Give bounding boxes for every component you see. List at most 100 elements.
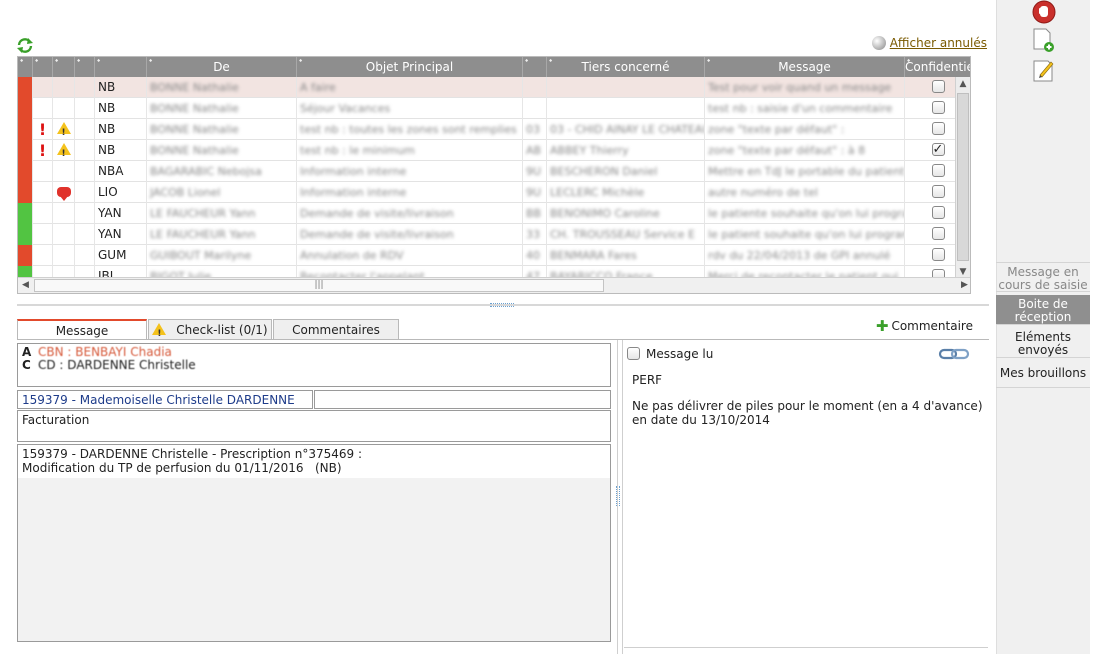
table-row[interactable]: YAN LE FAUCHEUR Yann Demande de visite/liv…: [18, 203, 970, 224]
new-message-icon[interactable]: [1031, 28, 1057, 54]
edit-message-icon[interactable]: [1031, 58, 1057, 84]
tiers-cell: BESCHERON Daniel: [547, 161, 705, 182]
table-row[interactable]: ! NBBONNE Nathalie test nb : le minimum AB A…: [18, 140, 970, 161]
priority-cell: [33, 182, 53, 203]
column-header-message[interactable]: Message: [705, 57, 905, 77]
objet-text: Information interne: [300, 186, 407, 199]
message-text: le patiente souhaite qu'on lui programme: [708, 207, 904, 220]
message-read-toggle[interactable]: Message lu: [627, 346, 713, 361]
objet-cell: A faire: [297, 77, 523, 98]
refresh-icon[interactable]: [16, 37, 34, 53]
attachment-cell: [75, 119, 95, 140]
scroll-thumb[interactable]: [957, 93, 969, 261]
message-body-text: 159379 - DARDENNE Christelle - Prescript…: [18, 445, 610, 478]
code-text: 03: [526, 123, 540, 136]
table-row[interactable]: NB BONNE Nathalie A faire Test pour voir qu…: [18, 77, 970, 98]
message-cell: rdv du 22/04/2013 de GPI annulé: [705, 245, 905, 266]
subject-field[interactable]: Facturation: [17, 410, 611, 442]
objet-cell: Demande de visite/livraison: [297, 224, 523, 245]
tiers-cell: CH. TROUSSEAU Service E: [547, 224, 705, 245]
confidential-checkbox[interactable]: [931, 122, 945, 135]
tiers-cell: LECLERC Michèle: [547, 182, 705, 203]
confidential-checkbox[interactable]: [931, 164, 945, 177]
table-row[interactable]: NB BONNE Nathalie Séjour Vacances test nb :…: [18, 98, 970, 119]
message-cell: le patient souhaite qu'on lui programme: [705, 224, 905, 245]
status-indicator: [18, 140, 33, 161]
tab-message[interactable]: Message: [17, 319, 147, 340]
table-row[interactable]: YAN LE FAUCHEUR Yann Demande de visite/liv…: [18, 224, 970, 245]
patient-extra-field[interactable]: [314, 390, 611, 409]
tiers-text: BENMARA Fares: [550, 249, 637, 262]
confidential-checkbox[interactable]: [931, 248, 945, 261]
alert-cell: [53, 119, 75, 140]
column-header-confidentiel[interactable]: Confidentiel: [905, 57, 970, 77]
message-cell: Mettre en TdJ le portable du patient: [705, 161, 905, 182]
recipient-row-cc: C CD : DARDENNE Christelle: [22, 359, 606, 372]
show-cancelled-link[interactable]: Afficher annulés: [890, 36, 987, 50]
column-header-objet[interactable]: Objet Principal: [297, 57, 523, 77]
tab-checklist[interactable]: Check-list (0/1): [148, 319, 272, 344]
confidential-checkbox[interactable]: [931, 140, 945, 160]
patient-field[interactable]: 159379 - Mademoiselle Christelle DARDENN…: [17, 390, 313, 409]
add-comment-button[interactable]: ✚ Commentaire: [875, 317, 973, 335]
column-header-code[interactable]: [523, 57, 547, 77]
table-row[interactable]: LIO JACOB Lionel Information interne 9U LECL…: [18, 182, 970, 203]
scroll-right-icon[interactable]: ▶: [957, 278, 970, 293]
de-text: JACOB Lionel: [150, 186, 221, 199]
message-read-checkbox[interactable]: [627, 346, 640, 360]
column-header-user[interactable]: [95, 57, 147, 77]
code-cell: 40: [523, 245, 547, 266]
column-header-attachment[interactable]: [75, 57, 95, 77]
priority-cell: [33, 224, 53, 245]
sidebar-item-inbox[interactable]: Boite de réception: [996, 295, 1090, 325]
sidebar-item-sent[interactable]: Eléments envoyés: [996, 328, 1090, 358]
table-row[interactable]: ! NBBONNE Nathalie test nb : toutes les zo…: [18, 119, 970, 140]
de-cell: BONNE Nathalie: [147, 98, 297, 119]
confidential-checkbox[interactable]: [931, 80, 945, 93]
objet-text: Demande de visite/livraison: [300, 207, 454, 220]
vertical-splitter-edge: [622, 340, 623, 654]
show-cancelled-toggle[interactable]: Afficher annulés: [871, 36, 987, 50]
splitter-grip-icon[interactable]: [490, 303, 514, 307]
column-header-tiers[interactable]: Tiers concerné: [547, 57, 705, 77]
confidential-checkbox[interactable]: [931, 101, 945, 114]
scroll-thumb-horizontal[interactable]: |||: [34, 279, 604, 292]
table-row[interactable]: GUM GUIBOUT Marilyne Annulation de RDV 40 BE…: [18, 245, 970, 266]
code-text: BB: [526, 207, 542, 220]
de-cell: GUIBOUT Marilyne: [147, 245, 297, 266]
comment-bubble-icon[interactable]: [56, 186, 71, 201]
recipient-name: CBN : BENBAYI Chadia: [38, 345, 172, 359]
recipients-box: A CBN : BENBAYI Chadia C CD : DARDENNE Chr…: [17, 343, 611, 387]
message-body[interactable]: 159379 - DARDENNE Christelle - Prescript…: [17, 444, 611, 642]
messages-grid: De Objet Principal Tiers concerné Messag…: [17, 56, 971, 294]
sidebar-item-draft-in-progress[interactable]: Message en cours de saisie: [996, 262, 1090, 292]
message-cell: test nb : saisie d'un commentaire: [705, 98, 905, 119]
confidential-checkbox[interactable]: [931, 185, 945, 198]
scroll-left-icon[interactable]: ◀: [18, 278, 33, 293]
column-header-de[interactable]: De: [147, 57, 297, 77]
tab-commentaires[interactable]: Commentaires: [273, 319, 399, 340]
exclamation-icon: !: [38, 141, 47, 160]
confidential-checkbox[interactable]: [931, 206, 945, 219]
scroll-up-icon[interactable]: ▲: [956, 77, 970, 91]
sidebar-item-drafts[interactable]: Mes brouillons: [996, 360, 1090, 388]
vertical-splitter-grip-icon[interactable]: [616, 486, 620, 506]
grid-vertical-scrollbar[interactable]: ▲ ▼: [955, 77, 970, 279]
confidential-checkbox[interactable]: [931, 227, 945, 240]
status-indicator: [18, 182, 33, 203]
table-row[interactable]: NBA BAGARABIC Nebojsa Information interne 9…: [18, 161, 970, 182]
column-header-alert[interactable]: [53, 57, 75, 77]
link-icon[interactable]: [938, 347, 970, 361]
stop-hand-icon[interactable]: [1032, 0, 1056, 24]
user-cell: GUM: [95, 245, 147, 266]
plus-icon: ✚: [875, 317, 889, 335]
priority-cell: [33, 203, 53, 224]
objet-text: test nb : le minimum: [300, 144, 415, 157]
column-header-priority[interactable]: [33, 57, 53, 77]
column-header-status[interactable]: [18, 57, 33, 77]
grid-horizontal-scrollbar[interactable]: ◀ ||| ▶: [18, 277, 970, 293]
de-cell: BONNE Nathalie: [147, 119, 297, 140]
status-indicator: [18, 119, 33, 140]
de-text: BONNE Nathalie: [150, 123, 239, 136]
user-cell: NB: [95, 119, 147, 140]
